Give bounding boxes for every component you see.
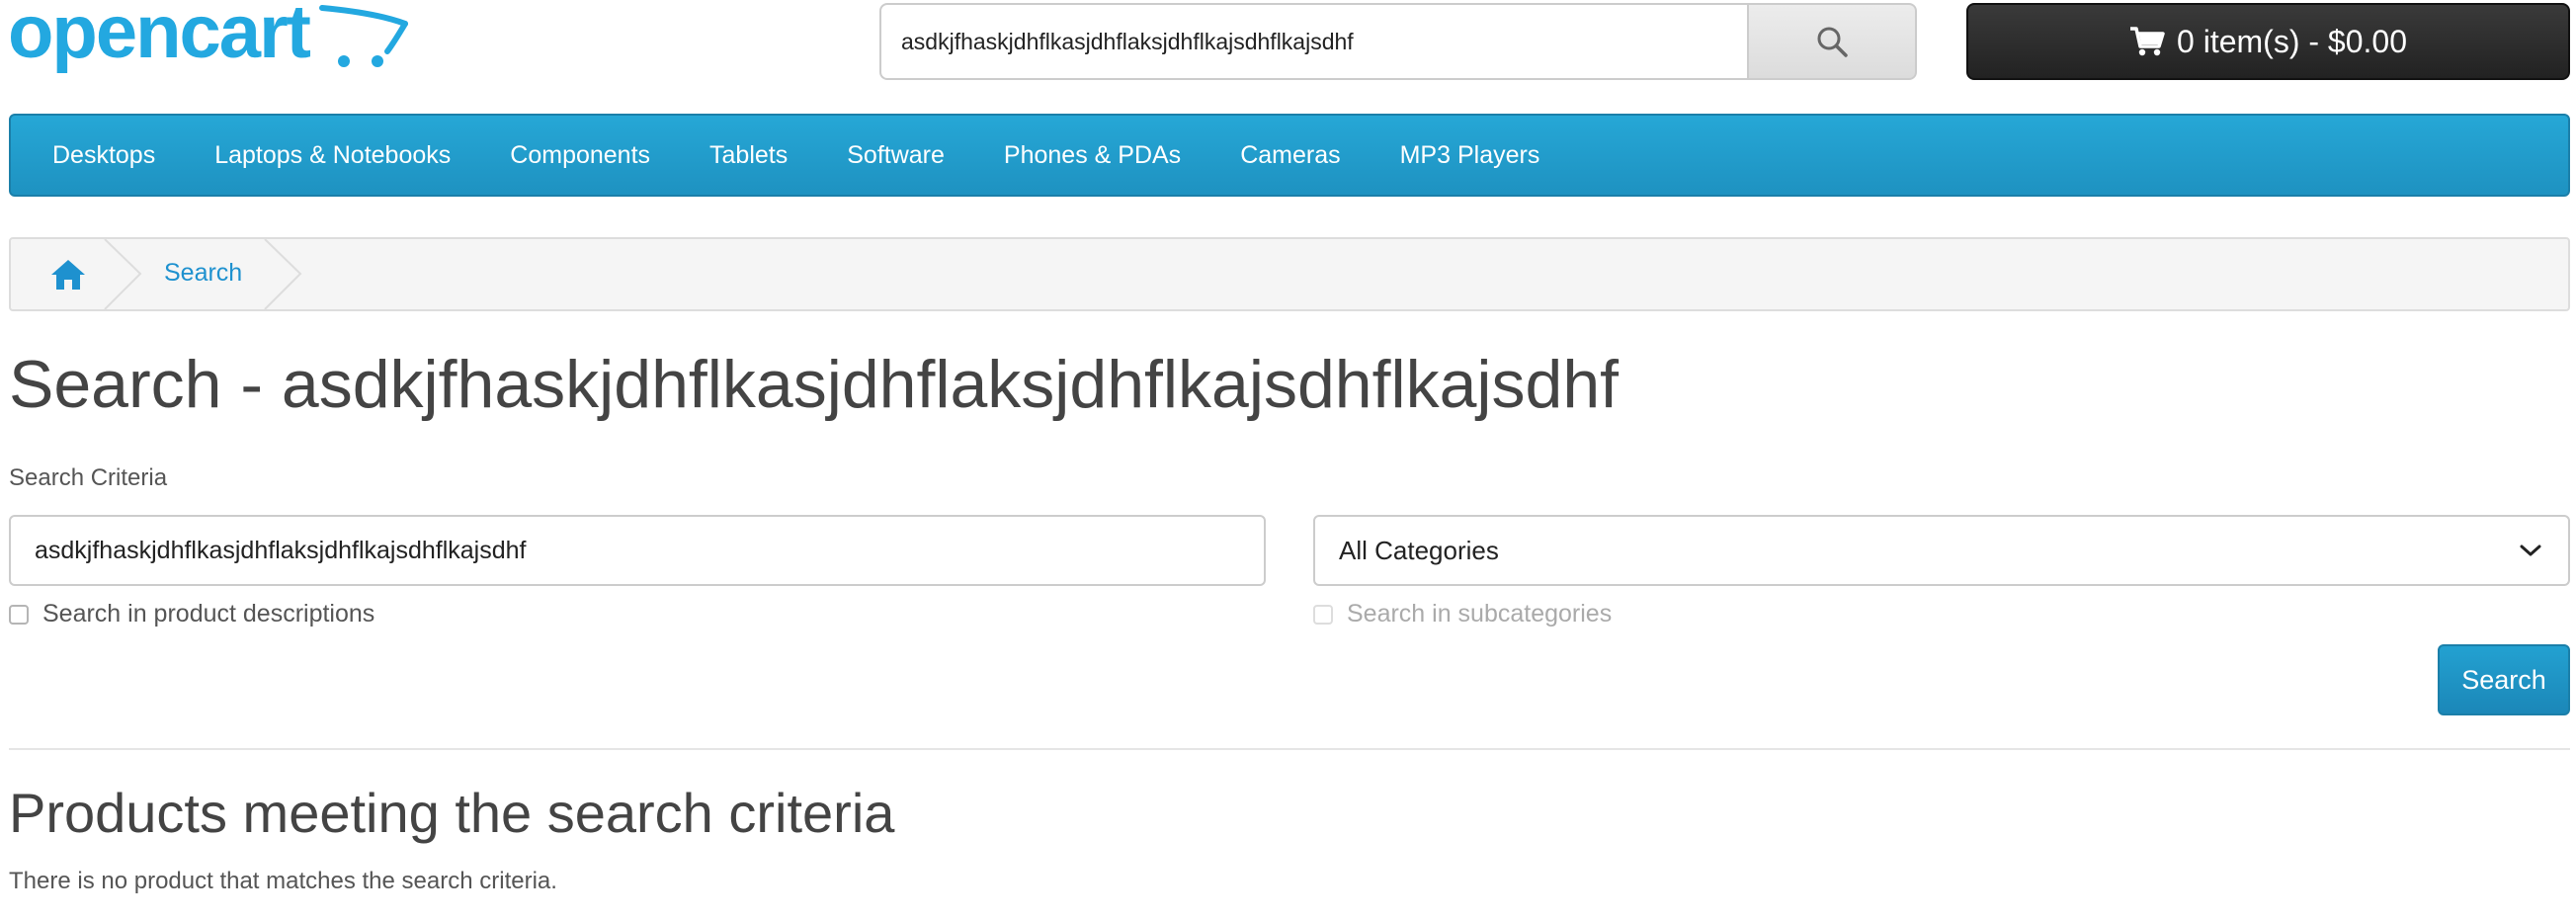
- section-divider: [9, 748, 2570, 750]
- menu-item-mp3-players[interactable]: MP3 Players: [1400, 141, 1540, 170]
- menu-item-components[interactable]: Components: [510, 141, 650, 170]
- menu-item-phones-pdas[interactable]: Phones & PDAs: [1004, 141, 1181, 170]
- logo-text: opencart: [8, 2, 311, 74]
- top-menu: Desktops Laptops & Notebooks Components …: [9, 114, 2570, 197]
- menu-item-laptops-notebooks[interactable]: Laptops & Notebooks: [214, 141, 451, 170]
- subcategory-checkbox-label[interactable]: Search in subcategories: [1347, 600, 1612, 628]
- search-criteria-label: Search Criteria: [9, 464, 168, 491]
- chevron-down-icon: [2520, 544, 2541, 556]
- description-checkbox[interactable]: [9, 604, 29, 625]
- shopping-cart-icon: [2130, 27, 2165, 56]
- breadcrumb-search-link[interactable]: Search: [164, 259, 242, 288]
- menu-item-software[interactable]: Software: [847, 141, 945, 170]
- subcategory-checkbox-row: Search in subcategories: [1313, 600, 1612, 628]
- header-search-button[interactable]: [1747, 3, 1917, 80]
- results-heading: Products meeting the search criteria: [9, 782, 895, 844]
- subcategory-checkbox[interactable]: [1313, 604, 1333, 625]
- header-search-input[interactable]: [879, 3, 1747, 80]
- search-button[interactable]: Search: [2438, 644, 2570, 715]
- no-results-message: There is no product that matches the sea…: [9, 868, 557, 894]
- page-title: Search - asdkjfhaskjdhflkasjdhflaksjdhfl…: [9, 347, 1620, 422]
- description-checkbox-label[interactable]: Search in product descriptions: [42, 600, 374, 628]
- opencart-logo[interactable]: opencart: [8, 0, 408, 81]
- search-criteria-input[interactable]: [9, 515, 1266, 586]
- menu-item-cameras[interactable]: Cameras: [1240, 141, 1340, 170]
- cart-button[interactable]: 0 item(s) - $0.00: [1966, 3, 2570, 80]
- breadcrumb: Search: [9, 237, 2570, 311]
- menu-item-tablets[interactable]: Tablets: [709, 141, 788, 170]
- header-search: [879, 3, 1917, 80]
- cart-label: 0 item(s) - $0.00: [2177, 23, 2407, 59]
- description-checkbox-row: Search in product descriptions: [9, 600, 374, 628]
- menu-item-desktops[interactable]: Desktops: [52, 141, 155, 170]
- breadcrumb-home[interactable]: [48, 255, 88, 294]
- category-select-value: All Categories: [1339, 535, 1499, 565]
- category-select[interactable]: All Categories: [1313, 515, 2570, 586]
- search-icon: [1817, 27, 1848, 57]
- home-icon: [51, 260, 85, 290]
